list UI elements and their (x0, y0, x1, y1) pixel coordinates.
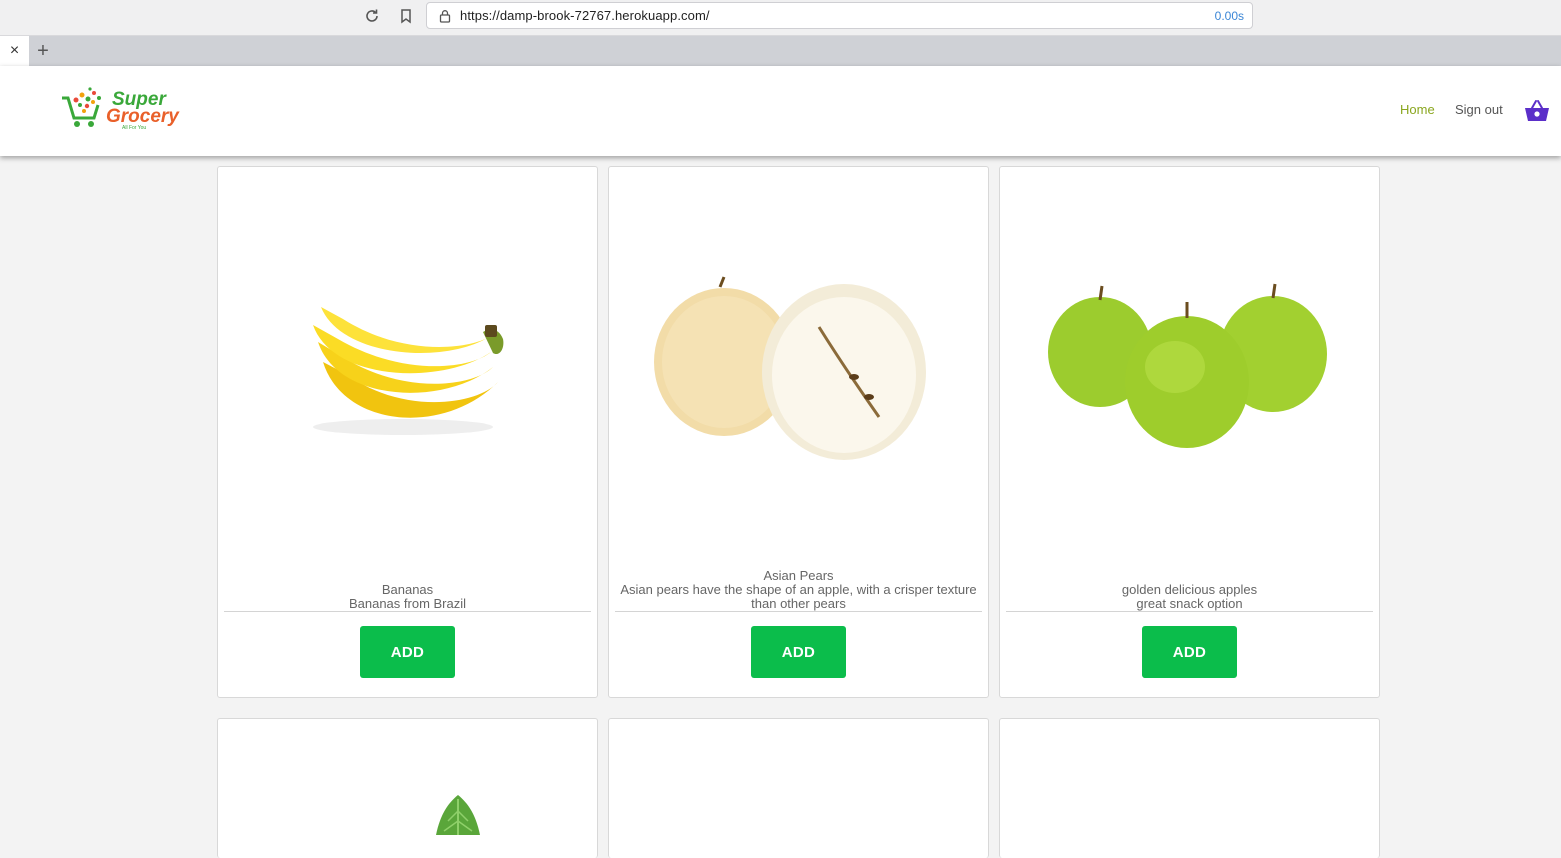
nav-sign-out-link[interactable]: Sign out (1455, 102, 1503, 117)
product-name: golden delicious apples (1121, 582, 1258, 597)
reload-icon (366, 9, 378, 22)
new-tab-button[interactable]: + (31, 36, 55, 66)
product-image (218, 167, 597, 567)
load-time: 0.00s (1214, 9, 1244, 23)
add-to-cart-button[interactable]: ADD (751, 626, 846, 678)
product-card: golden delicious apples great snack opti… (999, 166, 1380, 698)
cart-button[interactable] (1524, 99, 1550, 123)
product-info: Asian Pears Asian pears have the shape o… (615, 569, 982, 611)
browser-toolbar: https://damp-brook-72767.herokuapp.com/ … (0, 0, 1561, 36)
lock-icon (439, 10, 451, 23)
product-card: Bananas Bananas from Brazil ADD (217, 166, 598, 698)
product-name: Bananas (381, 582, 434, 597)
product-card: Asian Pears Asian pears have the shape o… (608, 166, 989, 698)
bookmark-button[interactable] (393, 5, 419, 27)
address-bar[interactable]: https://damp-brook-72767.herokuapp.com/ … (426, 2, 1253, 29)
shopping-basket-icon (1525, 100, 1549, 121)
product-card (999, 718, 1380, 858)
product-description: Bananas from Brazil (348, 596, 467, 611)
product-info: golden delicious apples great snack opti… (1006, 583, 1373, 611)
tab-strip: × + (0, 36, 1561, 66)
bookmark-icon (401, 9, 411, 24)
product-description: Asian pears have the shape of an apple, … (620, 582, 977, 611)
logo[interactable]: Super Grocery All For You (60, 86, 186, 134)
banana-bunch-image (312, 307, 503, 435)
nav-home-link[interactable]: Home (1400, 102, 1435, 117)
green-apples-image (1047, 283, 1327, 448)
product-description: great snack option (1136, 596, 1243, 611)
product-image (1000, 167, 1379, 567)
leafy-greens-image (436, 795, 480, 835)
add-to-cart-button[interactable]: ADD (360, 626, 455, 678)
reload-button[interactable] (359, 5, 385, 27)
card-divider (615, 611, 982, 612)
asian-pears-image (653, 276, 926, 460)
logo-tagline: All For You (122, 125, 147, 131)
tab-close-button[interactable]: × (0, 36, 29, 66)
card-divider (1006, 611, 1373, 612)
product-info: Bananas Bananas from Brazil (224, 583, 591, 611)
card-divider (224, 611, 591, 612)
url-text[interactable]: https://damp-brook-72767.herokuapp.com/ (460, 8, 710, 23)
add-to-cart-button[interactable]: ADD (1142, 626, 1237, 678)
product-card (608, 718, 989, 858)
product-image (609, 167, 988, 567)
product-name: Asian Pears (763, 568, 834, 583)
site-header: Super Grocery All For You Home Sign out (0, 66, 1561, 156)
product-card (217, 718, 598, 858)
